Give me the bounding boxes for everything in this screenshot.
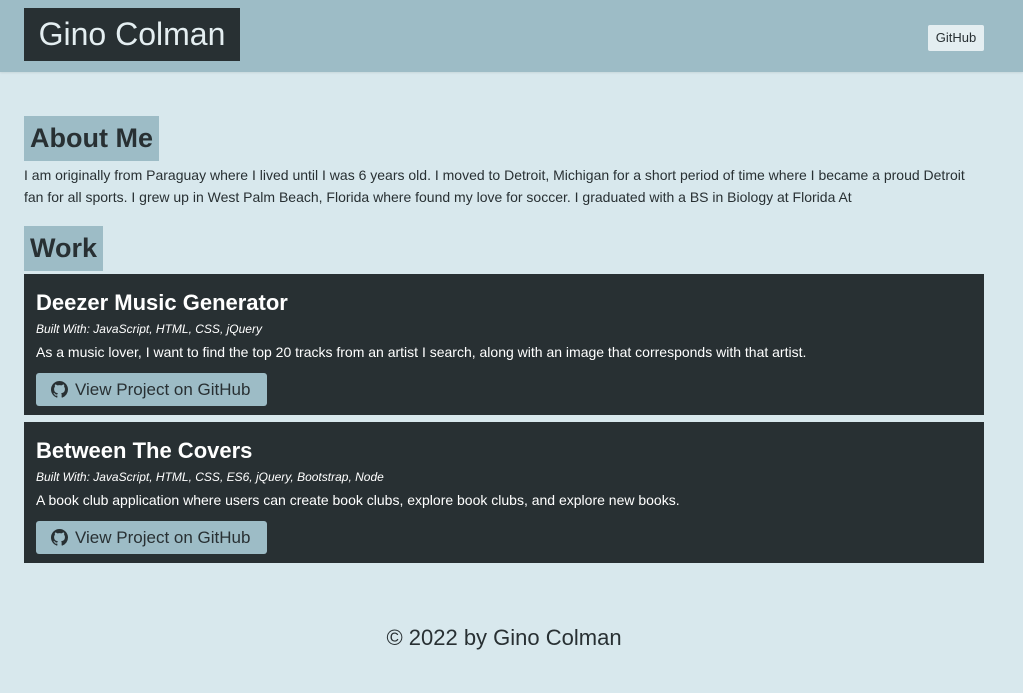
view-project-label: View Project on GitHub — [75, 379, 251, 399]
github-icon — [51, 381, 68, 398]
github-nav-link[interactable]: GitHub — [928, 25, 984, 51]
project-tech: Built With: JavaScript, HTML, CSS, ES6, … — [36, 470, 384, 484]
github-icon — [51, 529, 68, 546]
project-card-deezer: Deezer Music Generator Built With: JavaS… — [24, 274, 984, 415]
project-description: As a music lover, I want to find the top… — [36, 344, 807, 360]
project-description: A book club application where users can … — [36, 492, 680, 508]
view-project-button[interactable]: View Project on GitHub — [36, 521, 267, 554]
site-header: Gino Colman GitHub — [0, 0, 1023, 72]
site-title: Gino Colman — [24, 8, 240, 61]
view-project-label: View Project on GitHub — [75, 527, 251, 547]
view-project-button[interactable]: View Project on GitHub — [36, 373, 267, 406]
footer: © 2022 by Gino Colman — [386, 625, 622, 650]
about-text: I am originally from Paraguay where I li… — [24, 167, 965, 205]
project-tech: Built With: JavaScript, HTML, CSS, jQuer… — [36, 322, 262, 336]
project-title: Deezer Music Generator — [36, 290, 288, 315]
work-heading: Work — [24, 226, 104, 271]
about-heading: About Me — [24, 116, 159, 161]
project-title: Between The Covers — [36, 438, 253, 463]
project-card-between-the-covers: Between The Covers Built With: JavaScrip… — [24, 422, 984, 563]
